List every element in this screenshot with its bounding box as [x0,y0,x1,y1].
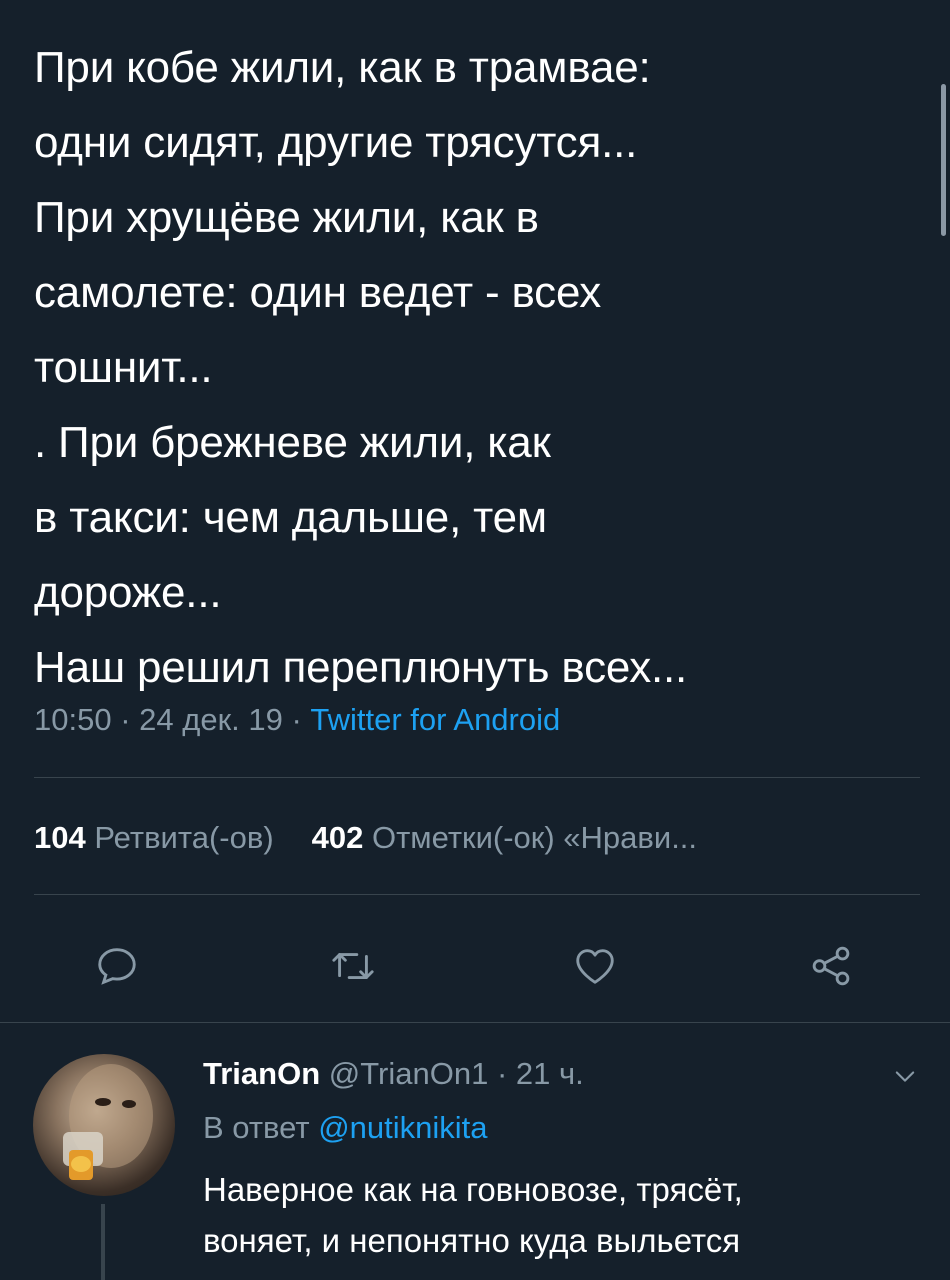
divider [34,777,920,778]
tweet-text-line: в такси: чем дальше, тем [34,493,547,542]
divider [34,894,920,895]
tweet-source-link[interactable]: Twitter for Android [310,702,560,737]
thread-line [101,1204,105,1280]
tweet-meta: 10:50 · 24 дек. 19 · Twitter for Android [34,698,560,742]
tweet-text-line: самолете: один ведет - всех [34,268,602,317]
tweet-date: 24 дек. 19 [139,702,283,737]
comment-icon [98,948,136,985]
tweet-text-line: одни сидят, другие трясутся... [34,118,638,167]
likes-label: Отметки(-ок) «Нрави... [372,820,698,855]
heart-icon [576,949,614,984]
meta-separator: · [291,702,311,737]
tweet-text-line: Наш решил переплюнуть всех... [34,643,688,692]
retweet-icon [332,953,374,979]
likes-stat[interactable]: 402 Отметки(-ок) «Нрави... [312,820,697,855]
tweet-text-line: При кобе жили, как в трамвае: [34,43,651,92]
reply-header: TrianOn @TrianOn1 · 21 ч. [203,1052,584,1096]
reply-text-line: Наверное как на говновозе, трясёт, [203,1171,743,1208]
tweet-text-line: . При брежневе жили, как [34,418,551,467]
reply-time: 21 ч. [515,1056,584,1091]
reply-text-line: воняет, и непонятно куда выльется [203,1222,741,1259]
divider [0,1022,950,1023]
reply-text: Наверное как на говновозе, трясёт, воняе… [203,1164,923,1266]
share-button[interactable] [803,938,859,994]
reply-author-handle[interactable]: @TrianOn1 [329,1056,489,1091]
scrollbar[interactable] [941,84,946,236]
reply-to-prefix: В ответ [203,1110,310,1145]
tweet-text-line: дороже... [34,568,222,617]
retweets-stat[interactable]: 104 Ретвита(-ов) [34,820,274,855]
tweet-text: При кобе жили, как в трамвае: одни сидят… [34,30,924,705]
meta-separator: · [120,702,140,737]
likes-count: 402 [311,820,364,855]
more-options-button[interactable] [887,1058,923,1094]
tweet-time: 10:50 [34,702,112,737]
avatar[interactable] [33,1054,175,1196]
replying-to: В ответ @nutiknikita [203,1106,488,1150]
tweet-detail-screen: При кобе жили, как в трамвае: одни сидят… [0,0,950,1280]
retweet-button[interactable] [325,938,381,994]
like-button[interactable] [567,938,623,994]
retweets-label: Ретвита(-ов) [94,820,274,855]
chevron-down-icon [895,1071,915,1082]
reply-button[interactable] [89,938,145,994]
reply-author-name[interactable]: TrianOn [203,1056,320,1091]
reply-to-mention[interactable]: @nutiknikita [318,1110,487,1145]
avatar-image [63,1064,153,1180]
share-icon [812,946,850,986]
tweet-text-line: При хрущёве жили, как в [34,193,539,242]
tweet-text-line: тошнит... [34,343,213,392]
retweets-count: 104 [34,820,86,855]
tweet-stats: 104 Ретвита(-ов) 402 Отметки(-ок) «Нрави.… [34,816,697,860]
meta-separator: · [496,1056,516,1091]
